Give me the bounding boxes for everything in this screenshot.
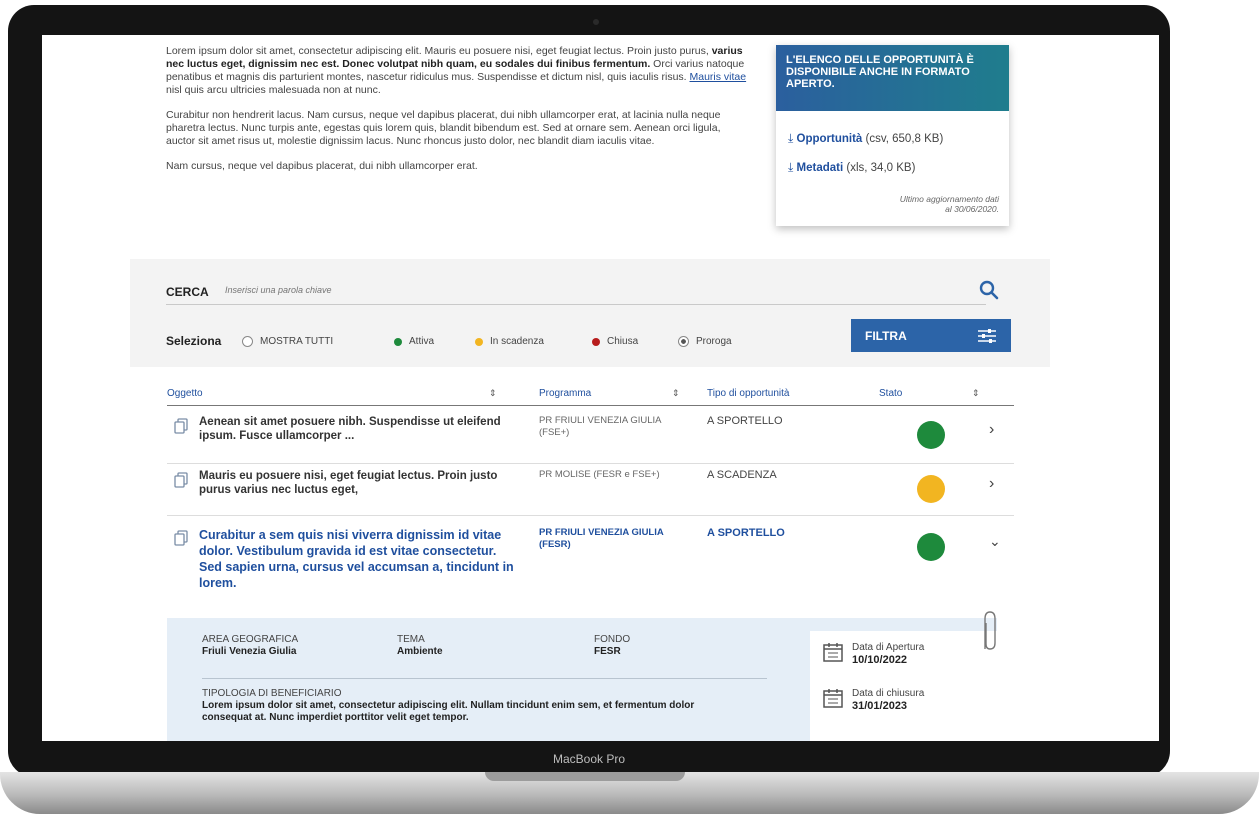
- row-programma: PR FRIULI VENEZIA GIULIA (FSE+): [539, 415, 661, 438]
- date-closing: Data di chiusura 31/01/2023: [822, 687, 924, 713]
- chevron-right-icon[interactable]: ›: [989, 475, 994, 493]
- search-panel: CERCA Seleziona MOSTRA TUTTI Attiva In s…: [130, 259, 1050, 367]
- filter-extension[interactable]: Proroga: [678, 336, 732, 347]
- calendar-icon: [823, 643, 843, 662]
- filter-closed[interactable]: Chiusa: [592, 336, 638, 347]
- detail-tema: TEMA Ambiente: [397, 634, 443, 657]
- download-icon: ⤓: [788, 160, 794, 174]
- sliders-icon: [978, 328, 996, 343]
- screen: Lorem ipsum dolor sit amet, consectetur …: [42, 35, 1159, 741]
- search-icon[interactable]: [978, 279, 1000, 301]
- radio-selected-icon: [678, 336, 689, 347]
- row-title[interactable]: Curabitur a sem quis nisi viverra dignis…: [199, 527, 519, 591]
- intro-paragraph-1: Lorem ipsum dolor sit amet, consectetur …: [166, 45, 747, 96]
- row-tipo: A SPORTELLO: [707, 415, 783, 427]
- status-yellow-icon: [917, 475, 945, 503]
- row-programma: PR MOLISE (FESR e FSE+): [539, 469, 660, 480]
- sort-icon[interactable]: ⇕: [489, 388, 497, 399]
- filter-button[interactable]: FILTRA: [851, 319, 1011, 352]
- row-tipo: A SCADENZA: [707, 469, 777, 481]
- paperclip-icon: [984, 611, 996, 650]
- green-dot-icon: [394, 337, 402, 346]
- intro-text: Lorem ipsum dolor sit amet, consectetur …: [166, 45, 751, 185]
- col-oggetto[interactable]: Oggetto: [167, 388, 203, 399]
- row-programma: PR FRIULI VENEZIA GIULIA (FESR): [539, 527, 664, 550]
- status-green-icon: [917, 421, 945, 449]
- download-icon: ⤓: [788, 131, 794, 145]
- last-updated: Ultimo aggiornamento dati al 30/06/2020.: [899, 194, 999, 214]
- chevron-right-icon[interactable]: ›: [989, 421, 994, 439]
- row-title[interactable]: Mauris eu posuere nisi, eget feugiat lec…: [199, 469, 507, 497]
- row-title[interactable]: Aenean sit amet posuere nibh. Suspendiss…: [199, 415, 507, 443]
- filter-label: Seleziona: [166, 334, 222, 348]
- table-row[interactable]: Mauris eu posuere nisi, eget feugiat lec…: [167, 465, 1014, 516]
- intro-paragraph-2: Curabitur non hendrerit lacus. Nam cursu…: [166, 109, 721, 147]
- detail-fondo: FONDO FESR: [594, 634, 631, 657]
- document-stack-icon: [174, 530, 188, 546]
- search-underline: [166, 304, 986, 305]
- calendar-icon: [823, 689, 843, 708]
- detail-area: AREA GEOGRAFICA Friuli Venezia Giulia: [202, 634, 299, 657]
- intro-paragraph-3: Nam cursus, neque vel dapibus placerat, …: [166, 160, 478, 172]
- col-programma[interactable]: Programma: [539, 388, 591, 399]
- open-data-header: L'ELENCO DELLE OPPORTUNITÀ È DISPONIBILE…: [776, 45, 1009, 111]
- search-label: CERCA: [166, 285, 209, 299]
- table-row-expanded[interactable]: Curabitur a sem quis nisi viverra dignis…: [167, 523, 1014, 613]
- sort-icon[interactable]: ⇕: [672, 388, 680, 399]
- camera: [593, 19, 599, 25]
- dates-card: Data di Apertura 10/10/2022 Data di chius…: [810, 631, 997, 741]
- open-data-box: L'ELENCO DELLE OPPORTUNITÀ È DISPONIBILE…: [776, 45, 1009, 226]
- detail-divider: [202, 678, 767, 679]
- chevron-down-icon[interactable]: ⌄: [989, 533, 1001, 550]
- yellow-dot-icon: [475, 337, 483, 346]
- intro-link[interactable]: Mauris vitae: [690, 71, 747, 83]
- date-opening: Data di Apertura 10/10/2022: [822, 641, 924, 667]
- search-input[interactable]: [225, 285, 965, 295]
- col-tipo[interactable]: Tipo di opportunità: [707, 388, 789, 399]
- table-row[interactable]: Aenean sit amet posuere nibh. Suspendiss…: [167, 411, 1014, 464]
- filter-active[interactable]: Attiva: [394, 336, 434, 347]
- row-tipo: A SPORTELLO: [707, 527, 785, 539]
- document-stack-icon: [174, 472, 188, 488]
- row-detail-panel: AREA GEOGRAFICA Friuli Venezia Giulia TE…: [167, 618, 997, 741]
- document-stack-icon: [174, 418, 188, 434]
- laptop-bezel: Lorem ipsum dolor sit amet, consectetur …: [8, 5, 1170, 777]
- filter-show-all[interactable]: MOSTRA TUTTI: [242, 336, 333, 347]
- download-opportunita[interactable]: ⤓ Opportunità (csv, 650,8 KB): [788, 131, 997, 146]
- table-header: Oggetto ⇕ Programma ⇕ Tipo di opportunit…: [167, 385, 1014, 406]
- device-brand: MacBook Pro: [552, 752, 626, 766]
- download-metadati[interactable]: ⤓ Metadati (xls, 34,0 KB): [788, 160, 997, 175]
- sort-icon[interactable]: ⇕: [972, 388, 980, 399]
- radio-icon: [242, 336, 253, 347]
- laptop-notch: [485, 772, 685, 781]
- status-green-icon: [917, 533, 945, 561]
- detail-beneficiario: TIPOLOGIA DI BENEFICIARIO Lorem ipsum do…: [202, 688, 695, 723]
- filter-expiring[interactable]: In scadenza: [475, 336, 544, 347]
- col-stato[interactable]: Stato: [879, 388, 902, 399]
- red-dot-icon: [592, 337, 600, 346]
